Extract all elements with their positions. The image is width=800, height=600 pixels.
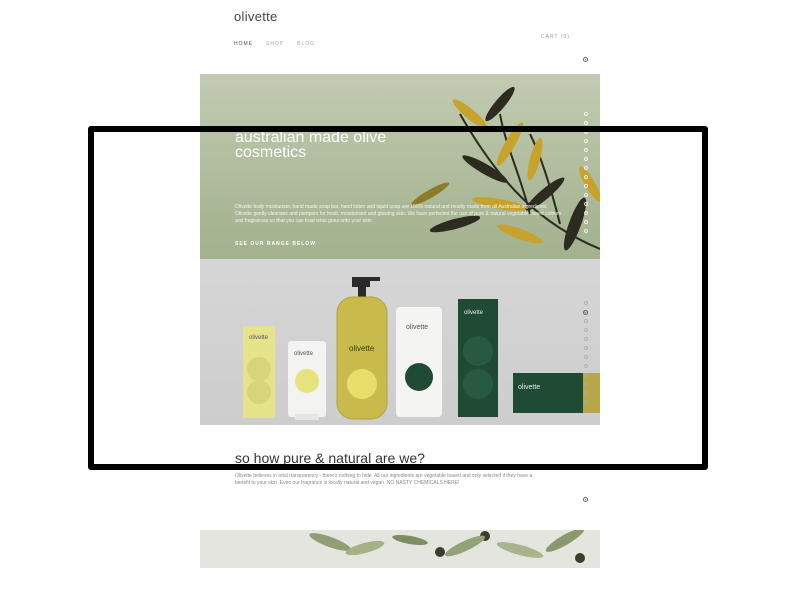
nav-blog[interactable]: BLOG [297, 41, 315, 47]
section-description: Olivette believes in total transparency … [235, 473, 533, 486]
circle-nav-icon[interactable] [583, 57, 588, 62]
selection-frame-overlay [88, 126, 708, 470]
slide-dot[interactable] [584, 112, 588, 116]
olive-footer-image [200, 530, 600, 568]
cart-link[interactable]: CART (0) [541, 34, 570, 40]
nav-shop[interactable]: SHOP [266, 41, 284, 47]
site-logo[interactable]: olivette [234, 9, 278, 24]
slide-dot[interactable] [584, 121, 588, 125]
nav-home[interactable]: HOME [234, 41, 253, 47]
main-nav: HOME SHOP BLOG [234, 41, 315, 47]
circle-nav-icon[interactable] [583, 497, 588, 502]
olive-leaves-illustration [309, 530, 585, 563]
